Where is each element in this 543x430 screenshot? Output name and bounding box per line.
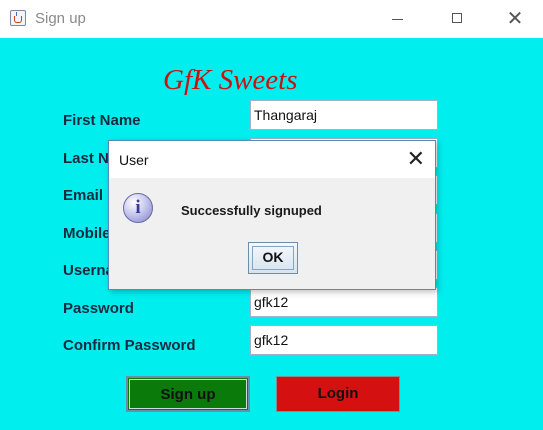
mobile-label: Mobile (63, 225, 111, 242)
dialog-message: Successfully signuped (181, 203, 322, 218)
password-label: Password (63, 300, 134, 317)
first-name-label: First Name (63, 112, 141, 129)
window-title: Sign up (35, 10, 86, 27)
message-dialog: User ✕ i Successfully signuped OK (108, 140, 436, 290)
java-cup-icon (10, 10, 26, 26)
login-button[interactable]: Login (276, 376, 400, 412)
signup-window: Sign up ✕ GfK Sweets First Name Thangara… (0, 0, 543, 430)
email-label: Email (63, 187, 104, 204)
dialog-title-bar[interactable]: User ✕ (109, 141, 435, 178)
dialog-title: User (119, 152, 149, 168)
minimize-button[interactable] (374, 0, 420, 38)
brand-title: GfK Sweets (163, 64, 298, 96)
ok-button[interactable]: OK (248, 242, 298, 274)
dialog-close-icon[interactable]: ✕ (407, 146, 425, 172)
first-name-field[interactable]: Thangaraj (250, 100, 438, 130)
password-field[interactable]: gfk12 (250, 287, 438, 317)
maximize-button[interactable] (434, 0, 480, 38)
title-bar[interactable]: Sign up ✕ (0, 0, 543, 38)
info-icon: i (123, 193, 153, 223)
confirm-password-field[interactable]: gfk12 (250, 325, 438, 355)
signup-button[interactable]: Sign up (126, 376, 250, 412)
close-button[interactable]: ✕ (492, 0, 538, 38)
confirm-password-label: Confirm Password (63, 337, 196, 354)
